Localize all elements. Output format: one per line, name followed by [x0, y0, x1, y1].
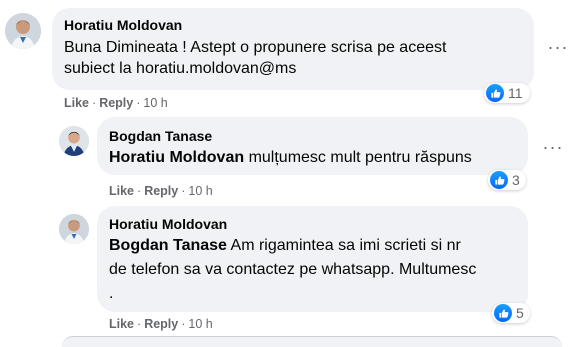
- comment-author[interactable]: Bogdan Tanase: [109, 127, 516, 145]
- comment-text: Horatiu Moldovan mulțumesc mult pentru r…: [109, 147, 516, 168]
- reaction-count: 3: [512, 172, 520, 188]
- comment-author[interactable]: Horatiu Moldovan: [109, 215, 516, 233]
- reaction-summary[interactable]: 3: [488, 170, 526, 190]
- avatar[interactable]: [59, 126, 89, 156]
- profile-photo-icon: [59, 214, 89, 244]
- comment-text-body: Am rigamintea sa imi scrieti si nr: [230, 237, 461, 254]
- comment-author[interactable]: Horatiu Moldovan: [64, 16, 522, 34]
- comment-actions: Like · Reply · 10 h: [64, 95, 168, 111]
- separator-dot: ·: [181, 317, 186, 331]
- like-button[interactable]: Like: [109, 317, 134, 331]
- comment-bubble: Horatiu Moldovan Bogdan Tanase Am rigami…: [97, 206, 528, 312]
- comment-text-line: Buna Dimineata ! Astept o propunere scri…: [64, 39, 447, 56]
- reaction-count: 11: [508, 85, 523, 101]
- comment-time[interactable]: 10 h: [188, 317, 212, 331]
- thumbs-up-icon: [490, 171, 508, 189]
- comment-actions: Like · Reply · 10 h: [109, 316, 213, 332]
- comment-time[interactable]: 10 h: [188, 184, 212, 198]
- comment-text-line: .: [109, 285, 114, 302]
- reaction-summary[interactable]: 11: [484, 83, 530, 103]
- comment-bubble: Bogdan Tanase Horatiu Moldovan mulțumesc…: [97, 117, 528, 175]
- comment-bubble: Horatiu Moldovan Buna Dimineata ! Astept…: [52, 8, 534, 90]
- like-button[interactable]: Like: [109, 184, 134, 198]
- thumbs-up-icon: [486, 84, 504, 102]
- mention-link[interactable]: Bogdan Tanase: [109, 237, 227, 254]
- separator-dot: ·: [137, 184, 142, 198]
- comment-text-line: subiect la horatiu.moldovan@ms: [64, 60, 297, 77]
- avatar[interactable]: [5, 13, 41, 49]
- reaction-count: 5: [516, 305, 524, 321]
- reply-button[interactable]: Reply: [144, 184, 178, 198]
- comment-text-line: de telefon sa va contactez pe whatsapp. …: [109, 261, 477, 278]
- separator-dot: ·: [181, 184, 186, 198]
- mention-link[interactable]: Horatiu Moldovan: [109, 149, 244, 166]
- reply-button[interactable]: Reply: [144, 317, 178, 331]
- reply-button[interactable]: Reply: [99, 96, 133, 110]
- comment-actions: Like · Reply · 10 h: [109, 183, 213, 199]
- more-options-icon[interactable]: ···: [540, 137, 566, 157]
- reaction-summary[interactable]: 5: [492, 303, 530, 323]
- more-options-icon[interactable]: ···: [545, 37, 571, 57]
- comment-time[interactable]: 10 h: [143, 96, 167, 110]
- separator-dot: ·: [137, 317, 142, 331]
- thumbs-up-icon: [494, 304, 512, 322]
- separator-dot: ·: [136, 96, 141, 110]
- like-button[interactable]: Like: [64, 96, 89, 110]
- avatar[interactable]: [59, 214, 89, 244]
- comment-text-line: Bogdan Tanase Am rigamintea sa imi scrie…: [109, 235, 516, 256]
- profile-photo-icon: [5, 13, 41, 49]
- profile-photo-icon: [59, 126, 89, 156]
- separator-dot: ·: [92, 96, 97, 110]
- comment-text-body: mulțumesc mult pentru răspuns: [248, 149, 472, 166]
